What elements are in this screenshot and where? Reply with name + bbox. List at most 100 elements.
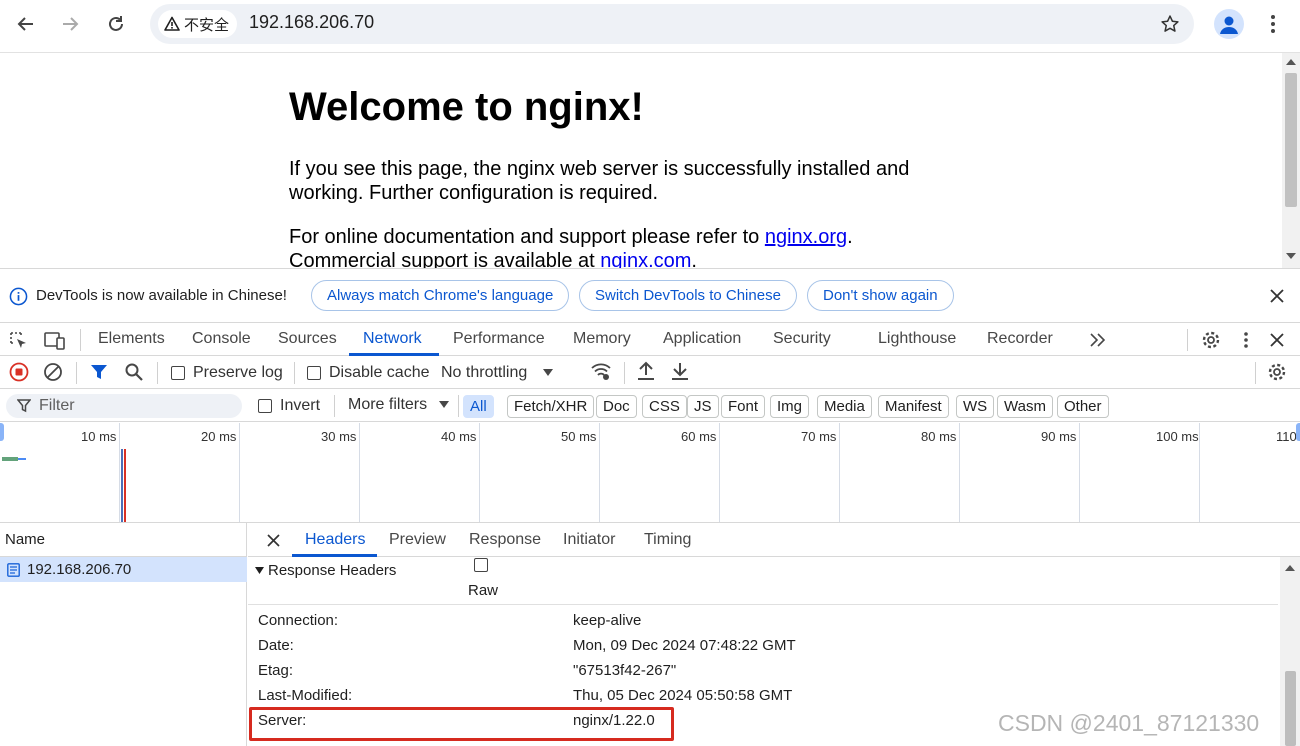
type-filter-manifest[interactable]: Manifest xyxy=(878,395,949,418)
tab-memory[interactable]: Memory xyxy=(573,330,631,348)
type-filter-js[interactable]: JS xyxy=(687,395,719,418)
tab-sources[interactable]: Sources xyxy=(278,330,337,348)
network-timeline-overview[interactable]: 10 ms 20 ms 30 ms 40 ms 50 ms 60 ms 70 m… xyxy=(0,423,1300,523)
search-button[interactable] xyxy=(124,362,144,382)
invert-checkbox[interactable]: Invert xyxy=(258,397,320,415)
header-value: "67513f42-267" xyxy=(573,662,677,679)
tab-elements[interactable]: Elements xyxy=(98,330,165,348)
detail-scrollbar[interactable] xyxy=(1280,557,1300,746)
filter-input[interactable]: Filter xyxy=(6,394,242,418)
scroll-down-arrow-icon[interactable] xyxy=(1286,253,1296,259)
header-row: Date: Mon, 09 Dec 2024 07:48:22 GMT xyxy=(248,634,1278,659)
tab-console[interactable]: Console xyxy=(192,330,251,348)
type-filter-media[interactable]: Media xyxy=(817,395,872,418)
profile-avatar[interactable] xyxy=(1214,9,1244,39)
filter-toggle-button[interactable] xyxy=(89,362,109,382)
scrollbar-thumb[interactable] xyxy=(1285,73,1297,207)
tab-timing[interactable]: Timing xyxy=(644,531,691,549)
disable-cache-checkbox[interactable]: Disable cache xyxy=(307,364,430,382)
timeline-handle-left[interactable] xyxy=(0,423,4,441)
reload-button[interactable] xyxy=(100,8,132,40)
type-filter-all[interactable]: All xyxy=(463,395,494,418)
star-icon xyxy=(1161,15,1179,32)
export-har-button[interactable] xyxy=(671,361,689,381)
switch-language-button[interactable]: Switch DevTools to Chinese xyxy=(579,280,797,311)
network-conditions-button[interactable] xyxy=(590,361,612,381)
forward-button[interactable] xyxy=(54,8,86,40)
security-label: 不安全 xyxy=(184,16,230,34)
match-language-button[interactable]: Always match Chrome's language xyxy=(311,280,570,311)
page-scrollbar[interactable] xyxy=(1282,53,1300,268)
settings-gear-icon[interactable] xyxy=(1201,330,1221,350)
close-icon[interactable] xyxy=(1270,289,1284,303)
import-har-button[interactable] xyxy=(637,361,655,381)
close-icon[interactable] xyxy=(267,534,280,547)
type-filter-other[interactable]: Other xyxy=(1057,395,1109,418)
header-name: Date: xyxy=(258,637,294,654)
devtools-tab-bar: Elements Console Sources Network Perform… xyxy=(0,322,1300,356)
header-value: Mon, 09 Dec 2024 07:48:22 GMT xyxy=(573,637,796,654)
checkbox[interactable] xyxy=(307,366,321,380)
close-devtools-icon[interactable] xyxy=(1270,333,1284,347)
separator xyxy=(76,362,77,384)
more-tabs-chevron-icon[interactable] xyxy=(1089,333,1107,347)
scroll-up-arrow-icon[interactable] xyxy=(1285,565,1295,571)
request-name: 192.168.206.70 xyxy=(27,561,132,578)
checkbox[interactable] xyxy=(171,366,185,380)
type-filter-fetch-xhr[interactable]: Fetch/XHR xyxy=(507,395,595,418)
security-chip[interactable]: 不安全 xyxy=(158,10,238,38)
type-filter-ws[interactable]: WS xyxy=(956,395,995,418)
disable-cache-label: Disable cache xyxy=(329,364,430,381)
tab-recorder[interactable]: Recorder xyxy=(987,330,1053,348)
type-filter-doc[interactable]: Doc xyxy=(596,395,637,418)
tab-application[interactable]: Application xyxy=(663,330,741,348)
response-headers-section-header[interactable]: Response Headers Raw xyxy=(248,557,1278,605)
preserve-log-checkbox[interactable]: Preserve log xyxy=(171,364,283,382)
clear-button[interactable] xyxy=(43,362,63,382)
record-stop-icon xyxy=(9,362,29,382)
request-row[interactable]: 192.168.206.70 xyxy=(0,557,247,582)
more-filters-dropdown[interactable]: More filters xyxy=(348,396,450,414)
dont-show-again-button[interactable]: Don't show again xyxy=(807,280,954,311)
url-text[interactable]: 192.168.206.70 xyxy=(249,12,374,33)
back-button[interactable] xyxy=(10,8,42,40)
raw-label: Raw xyxy=(468,582,499,599)
raw-checkbox[interactable] xyxy=(474,558,488,572)
type-filter-img[interactable]: Img xyxy=(770,395,810,418)
invert-label: Invert xyxy=(280,397,321,414)
browser-menu-button[interactable] xyxy=(1257,8,1289,40)
bookmark-button[interactable] xyxy=(1156,10,1184,38)
support-paragraph: Commercial support is available at nginx… xyxy=(289,249,697,268)
tab-response[interactable]: Response xyxy=(469,531,541,549)
tab-performance[interactable]: Performance xyxy=(453,330,545,348)
server-header-highlight xyxy=(249,707,674,741)
tab-network[interactable]: Network xyxy=(363,330,422,348)
device-toolbar-icon[interactable] xyxy=(44,331,66,351)
tab-security[interactable]: Security xyxy=(773,330,831,348)
scrollbar-thumb[interactable] xyxy=(1285,671,1296,746)
nginx-com-link[interactable]: nginx.com xyxy=(600,250,691,268)
header-row: Etag: "67513f42-267" xyxy=(248,659,1278,684)
type-filter-font[interactable]: Font xyxy=(721,395,766,418)
address-bar[interactable]: 不安全 192.168.206.70 xyxy=(150,4,1194,44)
type-filter-css[interactable]: CSS xyxy=(642,395,687,418)
tab-headers[interactable]: Headers xyxy=(305,531,365,549)
name-column-label: Name xyxy=(5,531,46,548)
header-name: Last-Modified: xyxy=(258,687,353,704)
timeline-tick-label: 70 ms xyxy=(801,429,837,444)
type-filter-wasm[interactable]: Wasm xyxy=(997,395,1053,418)
network-settings-button[interactable] xyxy=(1267,362,1287,382)
timeline-handle-right[interactable] xyxy=(1296,423,1300,441)
nginx-org-link[interactable]: nginx.org xyxy=(765,226,847,248)
inspect-element-icon[interactable] xyxy=(9,331,29,351)
tab-preview[interactable]: Preview xyxy=(389,531,446,549)
header-row: Last-Modified: Thu, 05 Dec 2024 05:50:58… xyxy=(248,684,1278,709)
tab-lighthouse[interactable]: Lighthouse xyxy=(878,330,956,348)
scroll-up-arrow-icon[interactable] xyxy=(1286,59,1296,65)
name-column-header[interactable]: Name xyxy=(0,523,247,557)
tab-initiator[interactable]: Initiator xyxy=(563,531,615,549)
kebab-menu-icon[interactable] xyxy=(1243,331,1249,349)
throttling-select[interactable]: No throttling xyxy=(441,364,554,382)
checkbox[interactable] xyxy=(258,399,272,413)
record-button[interactable] xyxy=(9,362,29,382)
